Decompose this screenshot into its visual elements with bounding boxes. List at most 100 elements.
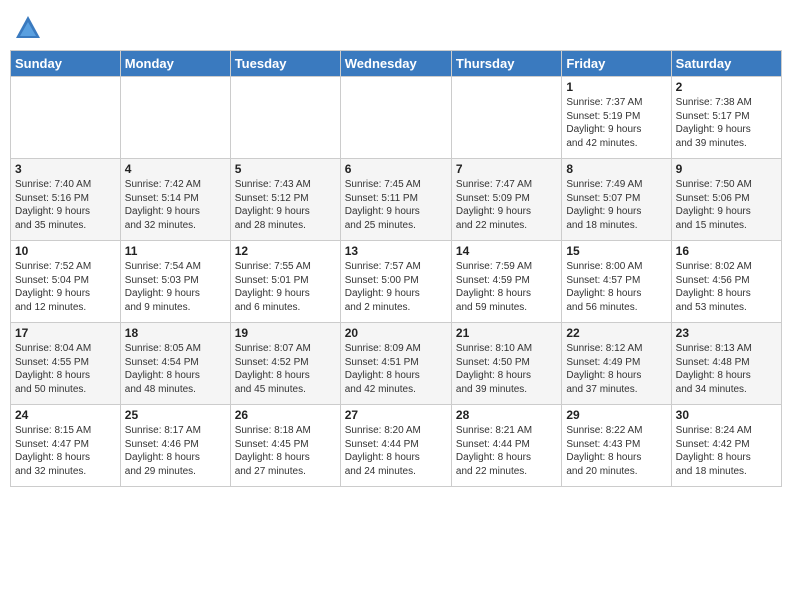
day-number: 1 [566,80,666,94]
day-info: Sunrise: 8:18 AM Sunset: 4:45 PM Dayligh… [235,424,336,478]
calendar-cell: 30 Sunrise: 8:24 AM Sunset: 4:42 PM Dayli… [671,405,781,487]
day-info: Sunrise: 8:21 AM Sunset: 4:44 PM Dayligh… [456,424,557,478]
header [10,10,782,42]
day-number: 12 [235,244,336,258]
weekday-tuesday: Tuesday [230,51,340,77]
calendar-cell: 22Sunrise: 8:12 AM Sunset: 4:49 PM Dayli… [562,323,671,405]
day-info: Sunrise: 7:47 AM Sunset: 5:09 PM Dayligh… [456,178,557,232]
day-number: 20 [345,326,447,340]
day-info: Sunrise: 8:05 AM Sunset: 4:54 PM Dayligh… [125,342,226,396]
day-info: Sunrise: 8:02 AM Sunset: 4:56 PM Dayligh… [676,260,777,314]
calendar-cell [120,77,230,159]
day-info: Sunrise: 8:24 AM Sunset: 4:42 PM Dayligh… [676,424,777,478]
calendar-cell: 11 Sunrise: 7:54 AM Sunset: 5:03 PM Dayli… [120,241,230,323]
day-info: Sunrise: 7:57 AM Sunset: 5:00 PM Dayligh… [345,260,447,314]
day-number: 30 [676,408,777,422]
weekday-sunday: Sunday [11,51,121,77]
day-info: Sunrise: 8:20 AM Sunset: 4:44 PM Dayligh… [345,424,447,478]
day-info: Sunrise: 7:43 AM Sunset: 5:12 PM Dayligh… [235,178,336,232]
calendar-week-4: 17 Sunrise: 8:04 AM Sunset: 4:55 PM Dayli… [11,323,782,405]
calendar-cell: 4 Sunrise: 7:42 AM Sunset: 5:14 PM Daylig… [120,159,230,241]
day-info: Sunrise: 7:59 AM Sunset: 4:59 PM Dayligh… [456,260,557,314]
calendar-cell: 12 Sunrise: 7:55 AM Sunset: 5:01 PM Dayli… [230,241,340,323]
day-info: Sunrise: 8:17 AM Sunset: 4:46 PM Dayligh… [125,424,226,478]
calendar-cell: 26 Sunrise: 8:18 AM Sunset: 4:45 PM Dayli… [230,405,340,487]
calendar-cell: 19Sunrise: 8:07 AM Sunset: 4:52 PM Dayli… [230,323,340,405]
day-number: 28 [456,408,557,422]
day-number: 17 [15,326,116,340]
calendar-cell: 23 Sunrise: 8:13 AM Sunset: 4:48 PM Dayli… [671,323,781,405]
day-info: Sunrise: 7:37 AM Sunset: 5:19 PM Dayligh… [566,96,666,150]
day-info: Sunrise: 7:45 AM Sunset: 5:11 PM Dayligh… [345,178,447,232]
day-info: Sunrise: 7:40 AM Sunset: 5:16 PM Dayligh… [15,178,116,232]
day-number: 11 [125,244,226,258]
weekday-header-row: SundayMondayTuesdayWednesdayThursdayFrid… [11,51,782,77]
day-info: Sunrise: 8:10 AM Sunset: 4:50 PM Dayligh… [456,342,557,396]
day-number: 14 [456,244,557,258]
calendar-cell: 1 Sunrise: 7:37 AM Sunset: 5:19 PM Daylig… [562,77,671,159]
day-number: 27 [345,408,447,422]
day-info: Sunrise: 8:09 AM Sunset: 4:51 PM Dayligh… [345,342,447,396]
day-number: 24 [15,408,116,422]
day-number: 3 [15,162,116,176]
day-info: Sunrise: 8:22 AM Sunset: 4:43 PM Dayligh… [566,424,666,478]
calendar-week-3: 10Sunrise: 7:52 AM Sunset: 5:04 PM Dayli… [11,241,782,323]
weekday-saturday: Saturday [671,51,781,77]
day-number: 25 [125,408,226,422]
day-info: Sunrise: 7:49 AM Sunset: 5:07 PM Dayligh… [566,178,666,232]
day-number: 7 [456,162,557,176]
calendar-cell: 5 Sunrise: 7:43 AM Sunset: 5:12 PM Daylig… [230,159,340,241]
day-number: 2 [676,80,777,94]
page: SundayMondayTuesdayWednesdayThursdayFrid… [0,0,792,497]
day-number: 29 [566,408,666,422]
day-number: 6 [345,162,447,176]
calendar-cell [11,77,121,159]
day-info: Sunrise: 8:13 AM Sunset: 4:48 PM Dayligh… [676,342,777,396]
day-number: 13 [345,244,447,258]
day-number: 19 [235,326,336,340]
calendar-table: SundayMondayTuesdayWednesdayThursdayFrid… [10,50,782,487]
logo [10,14,42,42]
calendar-cell: 18 Sunrise: 8:05 AM Sunset: 4:54 PM Dayli… [120,323,230,405]
calendar-body: 1 Sunrise: 7:37 AM Sunset: 5:19 PM Daylig… [11,77,782,487]
weekday-wednesday: Wednesday [340,51,451,77]
calendar-cell: 9Sunrise: 7:50 AM Sunset: 5:06 PM Daylig… [671,159,781,241]
calendar-cell: 16 Sunrise: 8:02 AM Sunset: 4:56 PM Dayli… [671,241,781,323]
calendar-cell: 7 Sunrise: 7:47 AM Sunset: 5:09 PM Daylig… [451,159,561,241]
day-number: 8 [566,162,666,176]
day-number: 5 [235,162,336,176]
day-number: 15 [566,244,666,258]
calendar-week-5: 24 Sunrise: 8:15 AM Sunset: 4:47 PM Dayli… [11,405,782,487]
day-info: Sunrise: 7:42 AM Sunset: 5:14 PM Dayligh… [125,178,226,232]
day-info: Sunrise: 8:04 AM Sunset: 4:55 PM Dayligh… [15,342,116,396]
day-info: Sunrise: 7:54 AM Sunset: 5:03 PM Dayligh… [125,260,226,314]
calendar-cell: 27 Sunrise: 8:20 AM Sunset: 4:44 PM Dayli… [340,405,451,487]
day-info: Sunrise: 7:52 AM Sunset: 5:04 PM Dayligh… [15,260,116,314]
calendar-cell: 25 Sunrise: 8:17 AM Sunset: 4:46 PM Dayli… [120,405,230,487]
day-info: Sunrise: 8:00 AM Sunset: 4:57 PM Dayligh… [566,260,666,314]
day-number: 16 [676,244,777,258]
calendar-cell: 20 Sunrise: 8:09 AM Sunset: 4:51 PM Dayli… [340,323,451,405]
day-number: 21 [456,326,557,340]
day-number: 23 [676,326,777,340]
calendar-week-1: 1 Sunrise: 7:37 AM Sunset: 5:19 PM Daylig… [11,77,782,159]
calendar-cell [451,77,561,159]
calendar-cell: 13 Sunrise: 7:57 AM Sunset: 5:00 PM Dayli… [340,241,451,323]
day-number: 18 [125,326,226,340]
calendar-cell: 14 Sunrise: 7:59 AM Sunset: 4:59 PM Dayli… [451,241,561,323]
calendar-header: SundayMondayTuesdayWednesdayThursdayFrid… [11,51,782,77]
day-info: Sunrise: 7:55 AM Sunset: 5:01 PM Dayligh… [235,260,336,314]
day-number: 4 [125,162,226,176]
day-info: Sunrise: 8:15 AM Sunset: 4:47 PM Dayligh… [15,424,116,478]
day-number: 9 [676,162,777,176]
logo-icon [14,14,42,42]
day-number: 26 [235,408,336,422]
calendar-cell: 17 Sunrise: 8:04 AM Sunset: 4:55 PM Dayli… [11,323,121,405]
calendar-week-2: 3 Sunrise: 7:40 AM Sunset: 5:16 PM Daylig… [11,159,782,241]
day-info: Sunrise: 7:38 AM Sunset: 5:17 PM Dayligh… [676,96,777,150]
calendar-cell: 8 Sunrise: 7:49 AM Sunset: 5:07 PM Daylig… [562,159,671,241]
day-info: Sunrise: 8:12 AM Sunset: 4:49 PM Dayligh… [566,342,666,396]
calendar-cell [340,77,451,159]
weekday-thursday: Thursday [451,51,561,77]
calendar-cell: 3 Sunrise: 7:40 AM Sunset: 5:16 PM Daylig… [11,159,121,241]
